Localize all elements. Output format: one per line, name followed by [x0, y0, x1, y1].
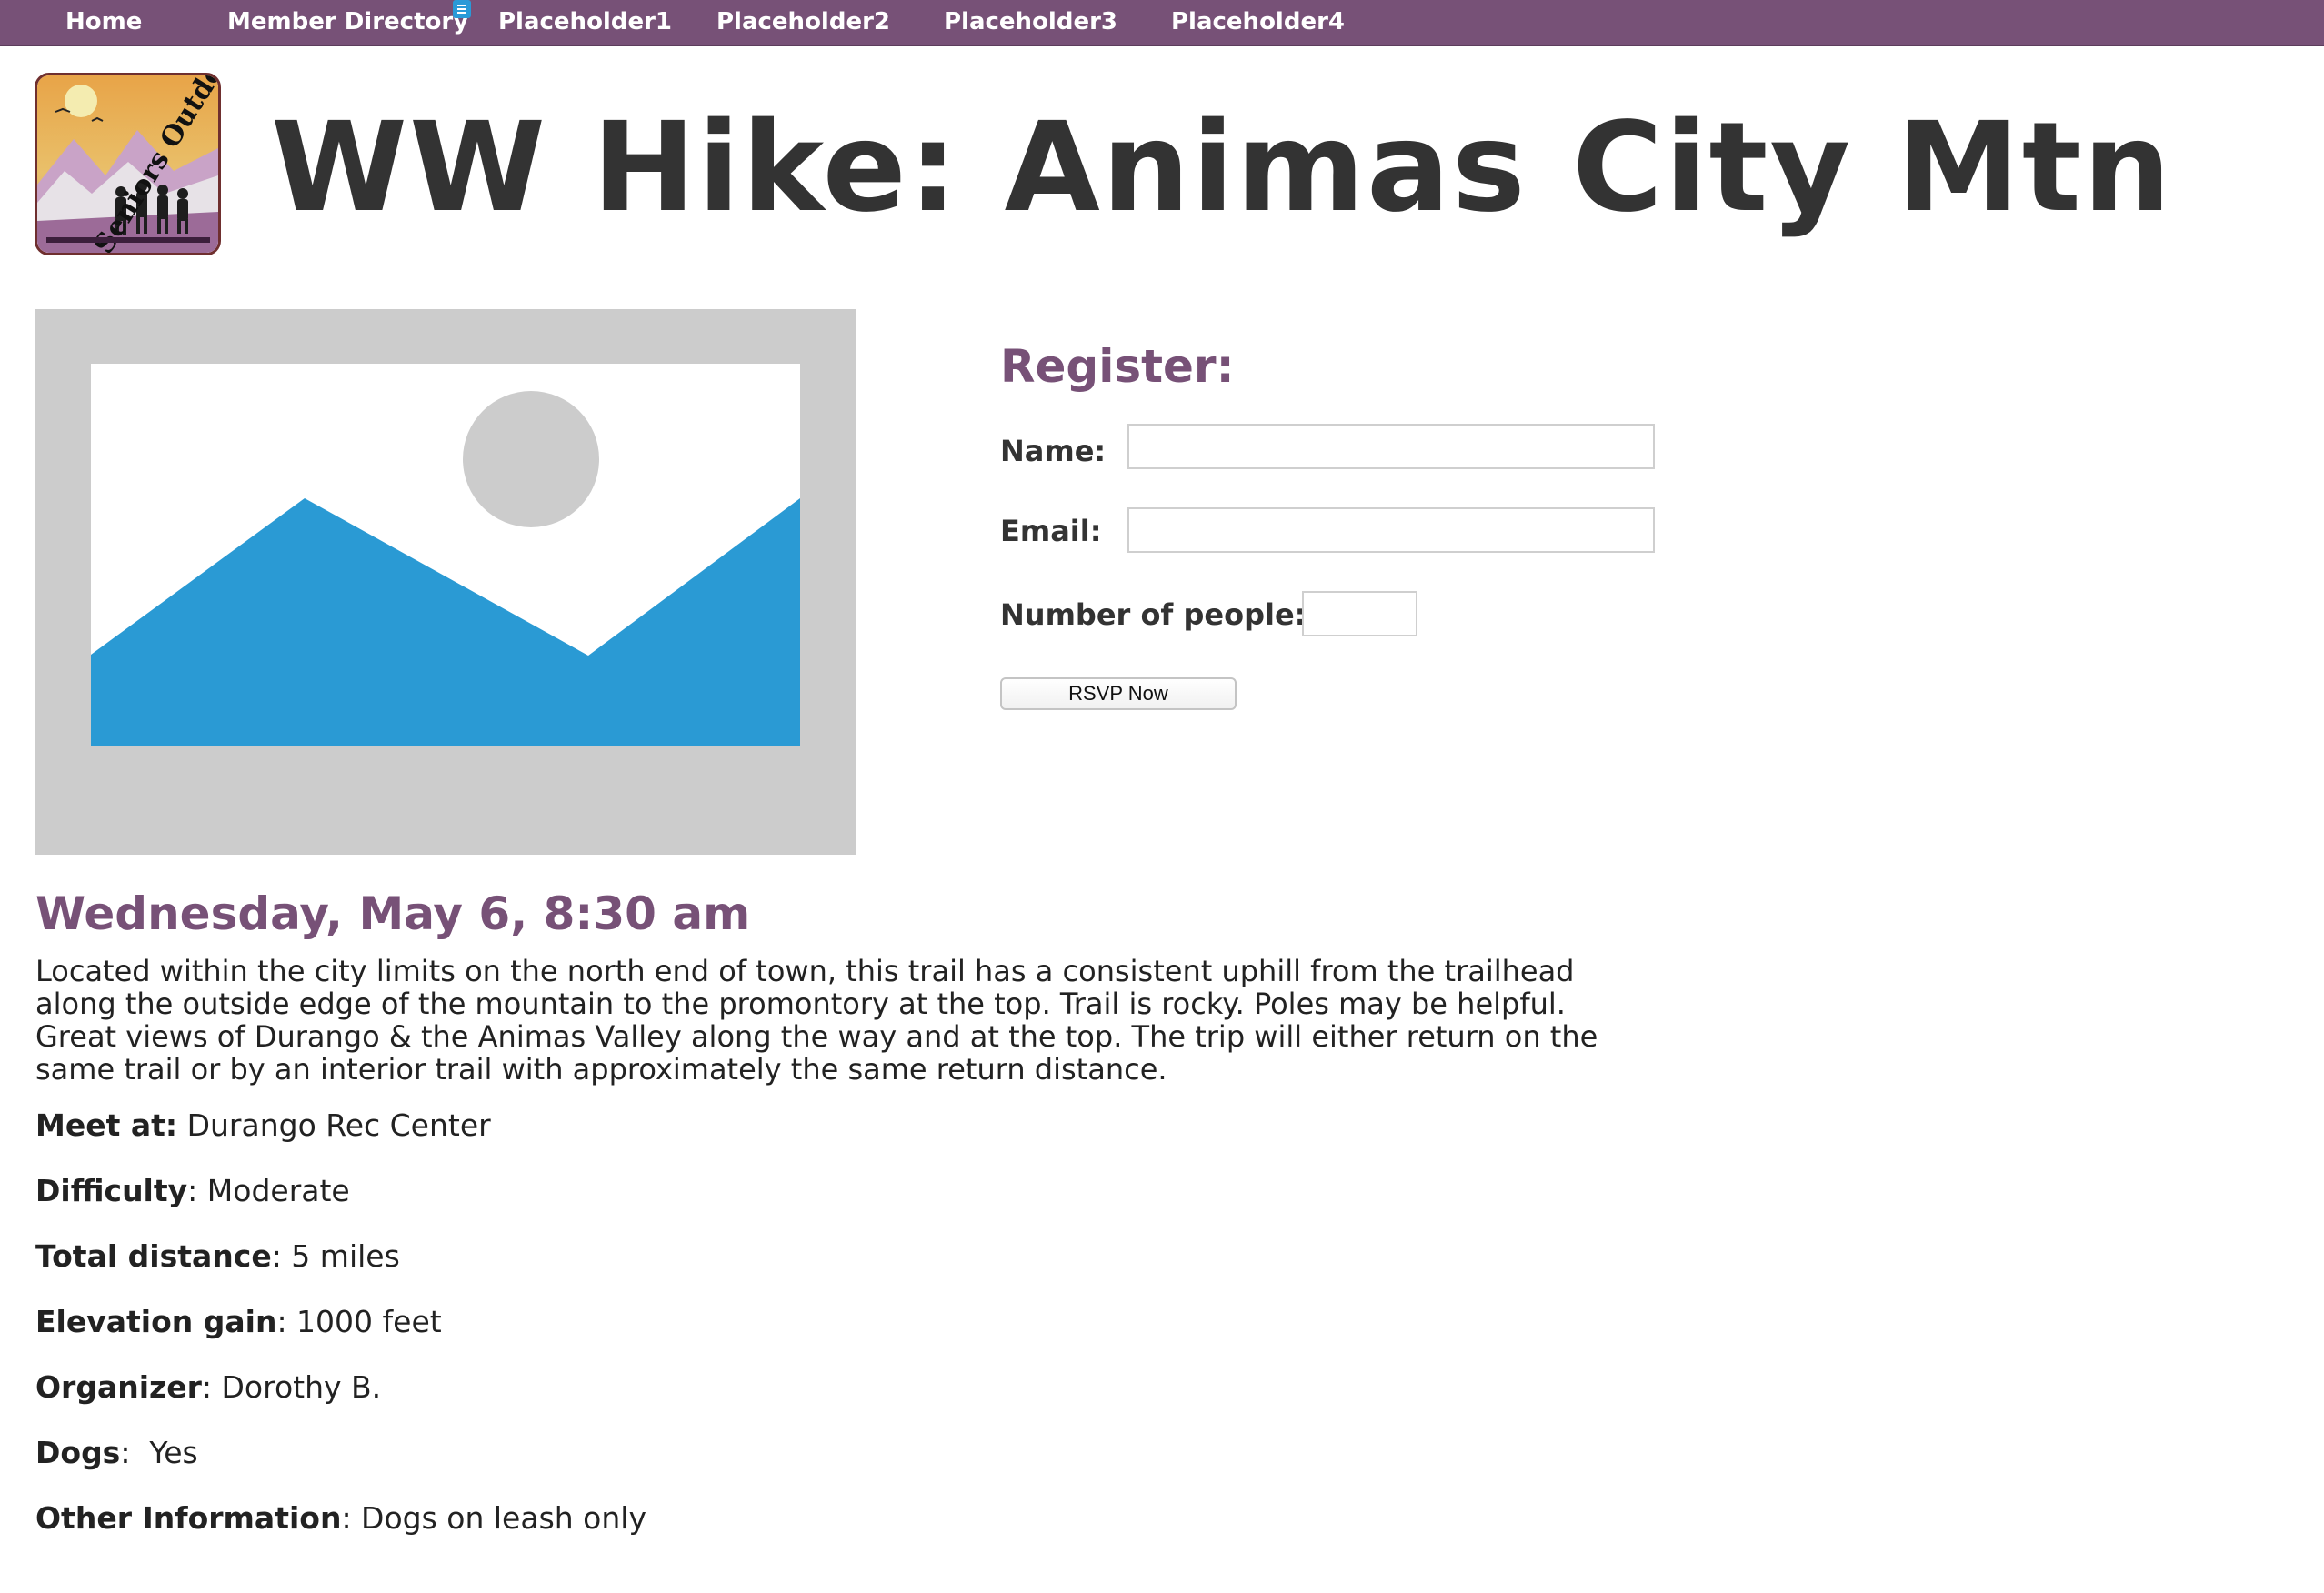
- detail-label: Elevation gain: [35, 1304, 277, 1339]
- detail-label: Difficulty: [35, 1173, 188, 1208]
- menu-list-icon[interactable]: [453, 0, 471, 18]
- top-navigation-bar: Home Member Directory Placeholder1 Place…: [0, 0, 2324, 46]
- nav-placeholder2[interactable]: Placeholder2: [716, 0, 890, 45]
- detail-other-information: Other Information: Dogs on leash only: [35, 1498, 646, 1538]
- name-field[interactable]: [1127, 424, 1655, 469]
- detail-organizer: Organizer: Dorothy B.: [35, 1368, 381, 1408]
- rsvp-now-button[interactable]: RSVP Now: [1000, 677, 1237, 710]
- detail-value: : Moderate: [187, 1173, 350, 1208]
- nav-home[interactable]: Home: [65, 0, 142, 45]
- email-field[interactable]: [1127, 507, 1655, 553]
- page-title: WW Hike: Animas City Mtn: [271, 96, 2173, 240]
- event-description: Located within the city limits on the no…: [35, 954, 1598, 1087]
- number-of-people-label: Number of people:: [1000, 597, 1307, 632]
- detail-label: Other Information: [35, 1500, 342, 1536]
- hikers-logo-icon: Seniors Outdoors!: [37, 75, 218, 253]
- register-heading: Register:: [1000, 340, 1235, 393]
- detail-label: Total distance: [35, 1238, 272, 1274]
- number-of-people-field[interactable]: [1302, 591, 1417, 636]
- detail-label: Meet at:: [35, 1107, 178, 1143]
- name-label: Name:: [1000, 434, 1107, 468]
- detail-value: : Dogs on leash only: [341, 1500, 646, 1536]
- nav-placeholder3[interactable]: Placeholder3: [944, 0, 1117, 45]
- detail-value: : 1000 feet: [276, 1304, 442, 1339]
- detail-elevation-gain: Elevation gain: 1000 feet: [35, 1302, 442, 1342]
- detail-dogs: Dogs: Yes: [35, 1433, 198, 1473]
- email-label: Email:: [1000, 514, 1102, 548]
- detail-value: : 5 miles: [271, 1238, 400, 1274]
- detail-total-distance: Total distance: 5 miles: [35, 1237, 400, 1277]
- detail-value: : Yes: [120, 1435, 198, 1470]
- image-placeholder-icon: [35, 309, 856, 855]
- seniors-outdoors-logo: Seniors Outdoors!: [35, 73, 221, 255]
- nav-member-directory[interactable]: Member Directory: [227, 0, 468, 45]
- nav-placeholder1[interactable]: Placeholder1: [498, 0, 672, 45]
- detail-value: Durango Rec Center: [177, 1107, 491, 1143]
- detail-label: Organizer: [35, 1369, 202, 1405]
- detail-label: Dogs: [35, 1435, 121, 1470]
- event-date-heading: Wednesday, May 6, 8:30 am: [35, 887, 751, 940]
- detail-meet-at: Meet at: Durango Rec Center: [35, 1106, 491, 1146]
- detail-difficulty: Difficulty: Moderate: [35, 1171, 350, 1211]
- detail-value: : Dorothy B.: [201, 1369, 382, 1405]
- nav-placeholder4[interactable]: Placeholder4: [1171, 0, 1345, 45]
